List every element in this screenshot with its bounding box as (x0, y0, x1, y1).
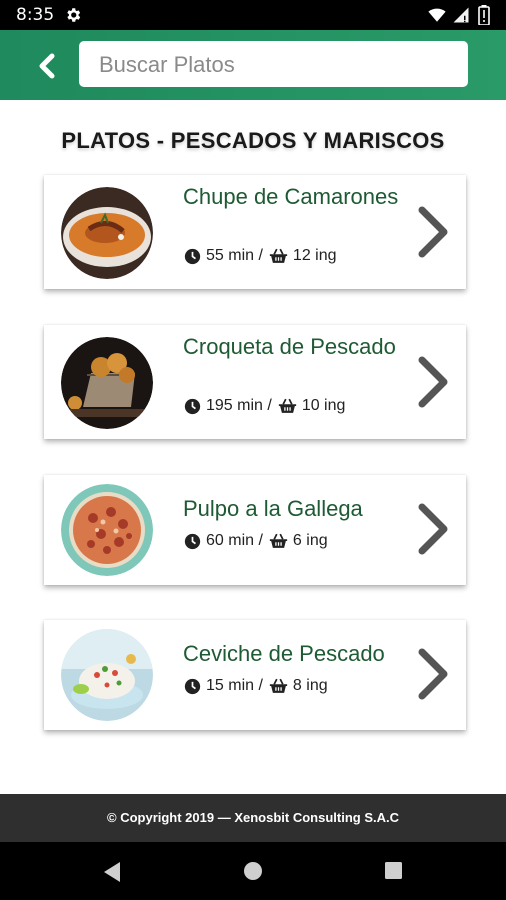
dish-card-chupe-de-camarones[interactable]: Chupe de Camarones 55 min / 12 ing (44, 175, 466, 289)
status-time: 8:35 (16, 5, 55, 25)
dish-time: 55 min / (206, 247, 263, 264)
battery-icon (478, 5, 490, 25)
dish-name: Ceviche de Pescado (183, 641, 385, 666)
dish-image (61, 629, 153, 721)
gear-icon (67, 8, 81, 22)
clock-icon (184, 398, 201, 414)
clock-icon (184, 678, 201, 694)
dish-meta: 60 min / 6 ing (184, 532, 328, 550)
home-circle-icon[interactable] (243, 861, 263, 881)
dish-meta: 15 min / 8 ing (184, 677, 328, 695)
app-bar (0, 30, 506, 100)
signal-icon (453, 7, 469, 23)
footer-copyright: © Copyright 2019 — Xenosbit Consulting S… (0, 794, 506, 842)
back-button[interactable] (30, 48, 66, 84)
basket-icon (269, 678, 288, 693)
search-input[interactable] (97, 41, 454, 89)
chevron-right-icon[interactable] (416, 501, 450, 557)
dish-ingredients: 10 ing (301, 397, 346, 414)
chevron-right-icon[interactable] (416, 354, 450, 410)
dish-meta: 195 min / 10 ing (184, 397, 345, 415)
basket-icon (278, 398, 296, 413)
clock-icon (184, 533, 201, 549)
wifi-icon (428, 8, 446, 22)
dish-card-ceviche-de-pescado[interactable]: Ceviche de Pescado 15 min / 8 ing (44, 620, 466, 730)
dish-card-croqueta-de-pescado[interactable]: Croqueta de Pescado 195 min / 10 ing (44, 325, 466, 439)
dish-ingredients: 6 ing (292, 532, 328, 549)
clock-icon (184, 248, 201, 264)
dish-time: 195 min / (206, 397, 272, 414)
status-bar: 8:35 (0, 0, 506, 30)
system-nav-bar (0, 842, 506, 900)
dish-image (61, 337, 153, 429)
search-box[interactable] (79, 41, 468, 89)
dish-time: 60 min / (206, 532, 263, 549)
recents-square-icon[interactable] (384, 861, 403, 880)
back-triangle-icon[interactable] (102, 861, 122, 883)
dish-image (61, 187, 153, 279)
dish-ingredients: 12 ing (292, 247, 337, 264)
dish-name: Croqueta de Pescado (183, 334, 396, 359)
dish-name: Chupe de Camarones (183, 184, 399, 209)
basket-icon (269, 248, 288, 263)
dish-image (61, 484, 153, 576)
chevron-right-icon[interactable] (416, 646, 450, 702)
dish-card-pulpo-a-la-gallega[interactable]: Pulpo a la Gallega 60 min / 6 ing (44, 475, 466, 585)
dish-time: 15 min / (206, 677, 263, 694)
section-title: PLATOS - PESCADOS Y MARISCOS (61, 128, 445, 153)
dish-meta: 55 min / 12 ing (184, 247, 337, 265)
dish-ingredients: 8 ing (292, 677, 328, 694)
chevron-right-icon[interactable] (416, 204, 450, 260)
dish-name: Pulpo a la Gallega (183, 496, 363, 521)
basket-icon (269, 533, 288, 548)
